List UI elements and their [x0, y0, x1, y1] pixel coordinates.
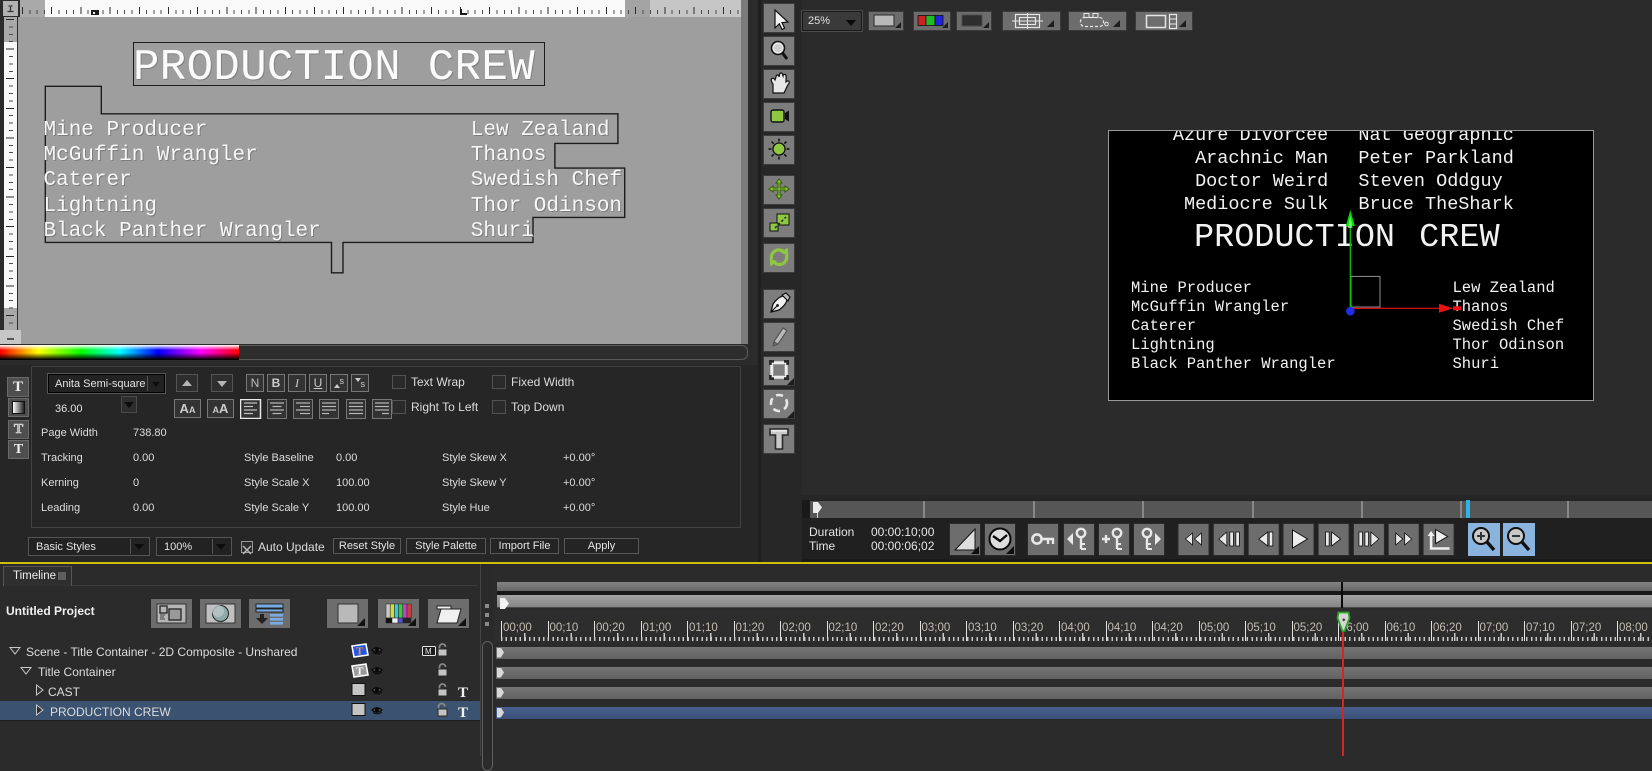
svg-text:T: T	[356, 666, 364, 678]
svg-text:T: T	[458, 705, 468, 721]
svg-text:M: M	[425, 647, 432, 656]
svg-text:T: T	[458, 685, 468, 701]
svg-text:T: T	[356, 646, 364, 658]
